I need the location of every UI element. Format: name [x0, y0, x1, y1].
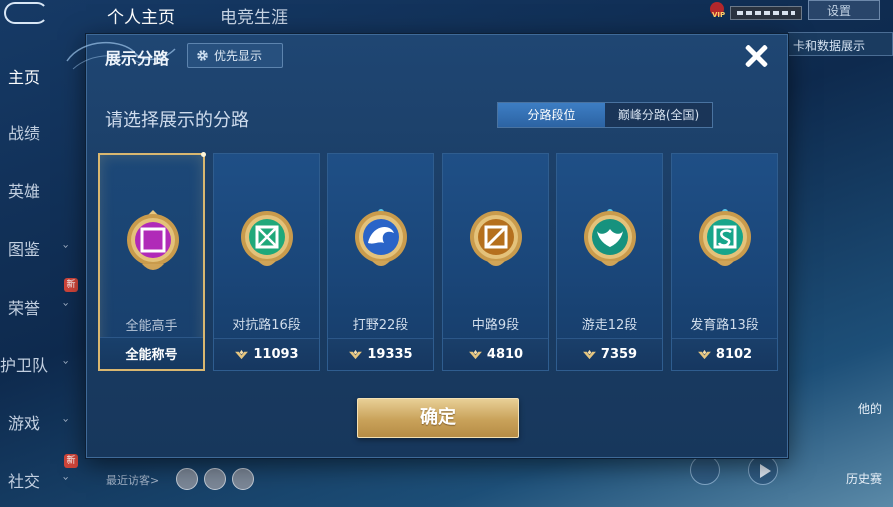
lane-card-label: 打野22段 [352, 318, 409, 333]
sidebar-item-codex[interactable]: 图鉴 [8, 236, 40, 260]
lane-card-score: 全能称号 [125, 348, 178, 363]
settings-button-label: 设置 [827, 4, 852, 18]
lane-card-label: 发育路13段 [690, 318, 759, 333]
peak-score-icon [468, 349, 482, 360]
tab-lane-rank[interactable]: 分路段位 [498, 103, 605, 127]
peak-score-icon [697, 349, 711, 360]
lane-display-dialog: 展示分路 优先显示 请选择展示的分路 分路段位 巅峰分路(全国) 全能高手 全能… [66, 34, 788, 458]
tab-peak-lane-national[interactable]: 巅峰分路(全国) [605, 103, 712, 127]
lane-card-all-round[interactable]: 全能高手 全能称号 [98, 152, 206, 371]
chevron-down-icon[interactable]: › [60, 244, 73, 248]
lane-card-list: 全能高手 全能称号 对抗路16段 11093 打野22段 19335 中路9段 … [98, 152, 778, 371]
dialog-subtitle: 请选择展示的分路 [105, 110, 249, 131]
new-badge: 新 [64, 278, 78, 292]
chevron-down-icon[interactable]: › [60, 360, 73, 364]
lane-card-footer: 11093 [214, 338, 319, 370]
lane-card-farm-lane[interactable]: 发育路13段 8102 [671, 153, 778, 371]
sidebar-item-heroes[interactable]: 英雄 [8, 178, 40, 202]
top-bar: 个人主页 电竞生涯 VIP 设置 卡和数据展示 [0, 0, 893, 56]
lane-card-score: 11093 [253, 347, 299, 362]
tab-personal-home[interactable]: 个人主页 [107, 3, 175, 28]
sidebar-item-social[interactable]: 社交 [8, 468, 40, 492]
jungle-emblem-icon [355, 209, 407, 266]
sidebar-item-record[interactable]: 战绩 [8, 120, 40, 144]
chevron-down-icon[interactable]: › [60, 302, 73, 306]
lane-card-label: 全能高手 [125, 319, 178, 334]
play-icon[interactable] [748, 455, 778, 485]
lane-card-footer: 4810 [443, 338, 548, 370]
lane-card-footer: 全能称号 [100, 337, 203, 369]
clash-lane-emblem-icon [241, 211, 293, 266]
back-icon[interactable] [4, 2, 48, 24]
priority-display-label: 优先显示 [214, 49, 263, 63]
farm-lane-emblem-icon [699, 209, 751, 266]
card-data-display-button[interactable]: 卡和数据展示 [788, 32, 893, 56]
lane-card-label: 游走12段 [581, 318, 638, 333]
chevron-down-icon[interactable]: › [60, 476, 73, 480]
lane-card-footer: 19335 [328, 338, 433, 370]
lane-card-score: 4810 [486, 347, 524, 362]
chevron-down-icon[interactable]: › [60, 418, 73, 422]
dialog-title: 展示分路 [105, 49, 170, 68]
mid-lane-emblem-icon [470, 211, 522, 266]
confirm-button[interactable]: 确定 [357, 398, 519, 438]
all-round-emblem-icon [127, 210, 179, 270]
tab-esports-career[interactable]: 电竞生涯 [220, 3, 288, 28]
vip-badge: VIP [712, 11, 726, 19]
bottom-bar: 最近访客> [90, 462, 790, 507]
lane-card-label: 中路9段 [471, 318, 520, 333]
avatar[interactable] [176, 468, 198, 490]
lane-card-score: 8102 [715, 347, 753, 362]
history-match-label[interactable]: 历史赛 [846, 470, 882, 487]
priority-display-button[interactable]: 优先显示 [187, 43, 283, 68]
lane-card-score: 19335 [367, 347, 413, 362]
lane-card-mid-lane[interactable]: 中路9段 4810 [442, 153, 549, 371]
lane-card-label: 对抗路16段 [232, 318, 301, 333]
avatar[interactable] [204, 468, 226, 490]
lane-card-roam[interactable]: 游走12段 7359 [556, 153, 663, 371]
lane-card-clash-lane[interactable]: 对抗路16段 11093 [213, 153, 320, 371]
his-label[interactable]: 他的 [858, 400, 882, 417]
lane-card-score: 7359 [600, 347, 638, 362]
peak-score-icon [349, 349, 363, 360]
sidebar-item-guard[interactable]: 护卫队 [0, 352, 48, 376]
peak-score-icon [582, 349, 596, 360]
status-bar [730, 6, 802, 20]
settings-button[interactable]: 设置 [808, 0, 880, 20]
sidebar: 主页 战绩 英雄 图鉴 › 新 荣誉 › 护卫队 › 游戏 › 新 社交 › [0, 40, 90, 507]
close-icon[interactable] [739, 39, 773, 73]
lane-card-jungle[interactable]: 打野22段 19335 [327, 153, 434, 371]
sidebar-item-game[interactable]: 游戏 [8, 410, 40, 434]
lane-mode-switch: 分路段位 巅峰分路(全国) [497, 102, 713, 128]
person-icon[interactable] [690, 455, 720, 485]
roam-emblem-icon [584, 209, 636, 266]
new-badge: 新 [64, 454, 78, 468]
sidebar-item-home[interactable]: 主页 [8, 64, 40, 88]
gear-icon [197, 50, 208, 61]
sidebar-item-honor[interactable]: 荣誉 [8, 295, 40, 319]
avatar[interactable] [232, 468, 254, 490]
lane-card-footer: 7359 [557, 338, 662, 370]
recent-visitors-link[interactable]: 最近访客> [106, 472, 159, 488]
peak-score-icon [235, 349, 249, 360]
lane-card-footer: 8102 [672, 338, 777, 370]
